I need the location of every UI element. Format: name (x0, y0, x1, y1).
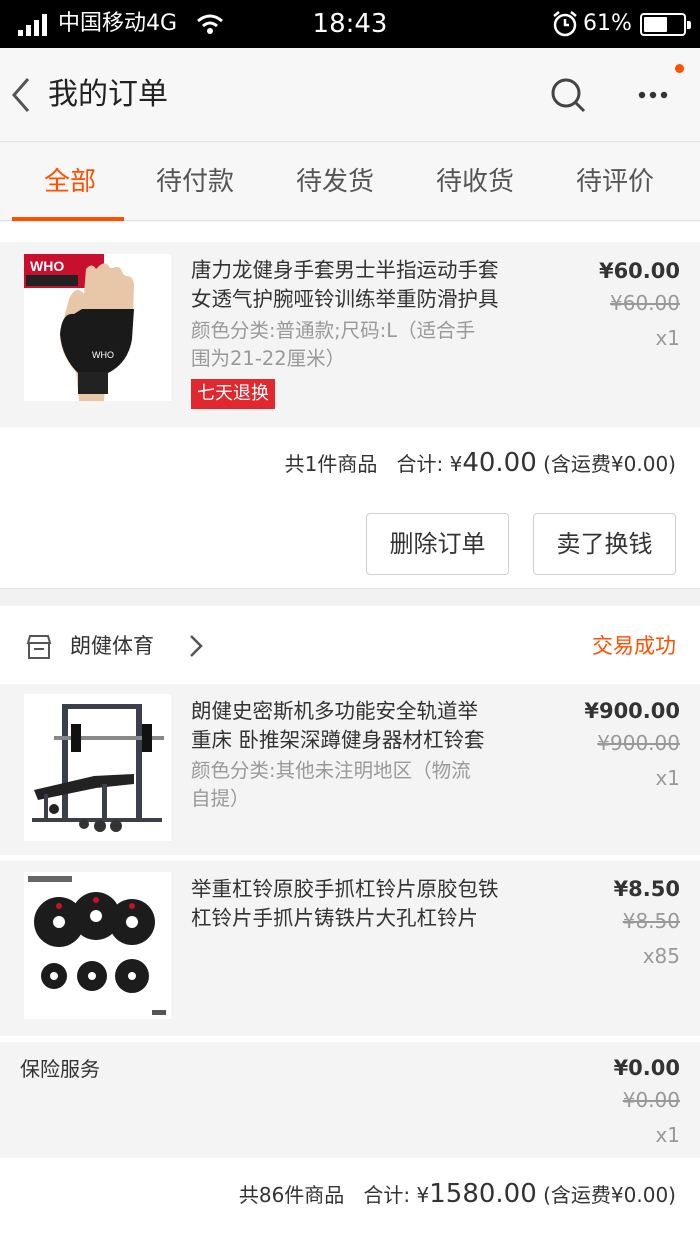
total-label: 合计: (363, 1183, 411, 1207)
delete-order-button[interactable]: 删除订单 (366, 513, 509, 575)
item-quantity: x1 (655, 766, 680, 790)
order1-summary: 共1件商品 合计: ¥40.00 (含运费¥0.00) (285, 443, 676, 484)
weight-plates-image (24, 872, 171, 1019)
item-spec-line2: 围为21-22厘米） (191, 347, 346, 370)
insurance-label: 保险服务 (20, 1057, 100, 1081)
more-icon[interactable] (633, 81, 673, 109)
search-icon[interactable] (548, 75, 588, 115)
order1-top-strip (0, 222, 700, 242)
item-title-line2[interactable]: 重床 卧推架深蹲健身器材杠铃套 (191, 726, 551, 755)
item-title-line2[interactable]: 女透气护腕哑铃训练举重防滑护具 (191, 285, 551, 314)
gloves-image: WHO WHO (24, 254, 171, 401)
tab-label: 待发货 (295, 167, 374, 197)
item-title-line1[interactable]: 举重杠铃原胶手抓杠铃片原胶包铁 (191, 875, 551, 904)
order-tabs: 全部 待付款 待发货 待收货 待评价 (0, 143, 700, 221)
currency-symbol: ¥ (416, 1183, 430, 1207)
nav-bar: 我的订单 (0, 48, 700, 142)
alarm-icon (553, 11, 577, 37)
tab-pending-shipment[interactable]: 待发货 (265, 143, 405, 221)
shipping-note: (含运费¥0.00) (543, 452, 676, 476)
item-title-line1[interactable]: 朗健史密斯机多功能安全轨道举 (191, 697, 551, 726)
product-image-gloves[interactable]: WHO WHO (24, 254, 171, 401)
tab-pending-review[interactable]: 待评价 (545, 143, 685, 221)
item-spec-line1: 颜色分类:普通款;尺码:L（适合手 (191, 319, 476, 342)
shipping-note: (含运费¥0.00) (543, 1183, 676, 1207)
item-count: 共1件商品 (284, 452, 378, 476)
insurance-price: ¥0.00 (613, 1056, 680, 1080)
total-amount: 40.00 (462, 448, 537, 478)
item-price: ¥60.00 (598, 259, 680, 283)
tab-pending-payment[interactable]: 待付款 (125, 143, 265, 221)
tab-pending-receipt[interactable]: 待收货 (405, 143, 545, 221)
item-price: ¥8.50 (613, 877, 680, 901)
battery-fill (644, 17, 667, 32)
tab-label: 待收货 (435, 167, 514, 197)
smith-machine-image (24, 694, 171, 841)
tab-label: 待评价 (575, 167, 654, 197)
currency-symbol: ¥ (449, 452, 463, 476)
total-label: 合计: (396, 452, 444, 476)
item-title-line2[interactable]: 杠铃片手抓片铸铁片大孔杠铃片 (191, 904, 551, 933)
back-arrow-icon[interactable] (4, 73, 44, 117)
svg-text:WHO: WHO (92, 350, 114, 360)
item-original-price: ¥60.00 (610, 291, 680, 315)
notification-dot (675, 64, 684, 73)
item-spec-line2: 自提） (191, 787, 250, 810)
product-image-smith-machine[interactable] (24, 694, 171, 841)
order-status: 交易成功 (592, 634, 676, 658)
tab-label: 待付款 (155, 167, 234, 197)
item-quantity: x85 (642, 944, 680, 968)
svg-text:WHO: WHO (30, 258, 64, 274)
page-title: 我的订单 (48, 77, 168, 112)
product-image-weight-plates[interactable] (24, 872, 171, 1019)
tab-all[interactable]: 全部 (0, 143, 140, 221)
return-policy-badge: 七天退换 (191, 379, 275, 409)
item-spec-line1: 颜色分类:其他未注明地区（物流 (191, 759, 471, 782)
item-quantity: x1 (655, 326, 680, 350)
item-original-price: ¥8.50 (622, 909, 680, 933)
tab-label: 全部 (43, 167, 96, 197)
shop-name[interactable]: 朗健体育 (70, 630, 154, 662)
insurance-original-price: ¥0.00 (622, 1088, 680, 1112)
insurance-quantity: x1 (655, 1123, 680, 1147)
item-original-price: ¥900.00 (597, 731, 680, 755)
status-bar: 中国移动4G 18:43 61% (0, 0, 700, 48)
item-title-line1[interactable]: 唐力龙健身手套男士半指运动手套 (191, 256, 551, 285)
sell-item-button[interactable]: 卖了换钱 (533, 513, 676, 575)
tab-active-indicator (12, 217, 124, 221)
battery-percent: 61% (583, 11, 632, 36)
chevron-right-icon[interactable] (186, 631, 206, 661)
shop-icon (26, 635, 52, 659)
total-amount: 1580.00 (429, 1179, 537, 1209)
item-price: ¥900.00 (584, 699, 680, 723)
battery-icon (640, 13, 691, 36)
item-count: 共86件商品 (238, 1183, 345, 1207)
order2-summary: 共86件商品 合计: ¥1580.00 (含运费¥0.00) (239, 1174, 676, 1215)
